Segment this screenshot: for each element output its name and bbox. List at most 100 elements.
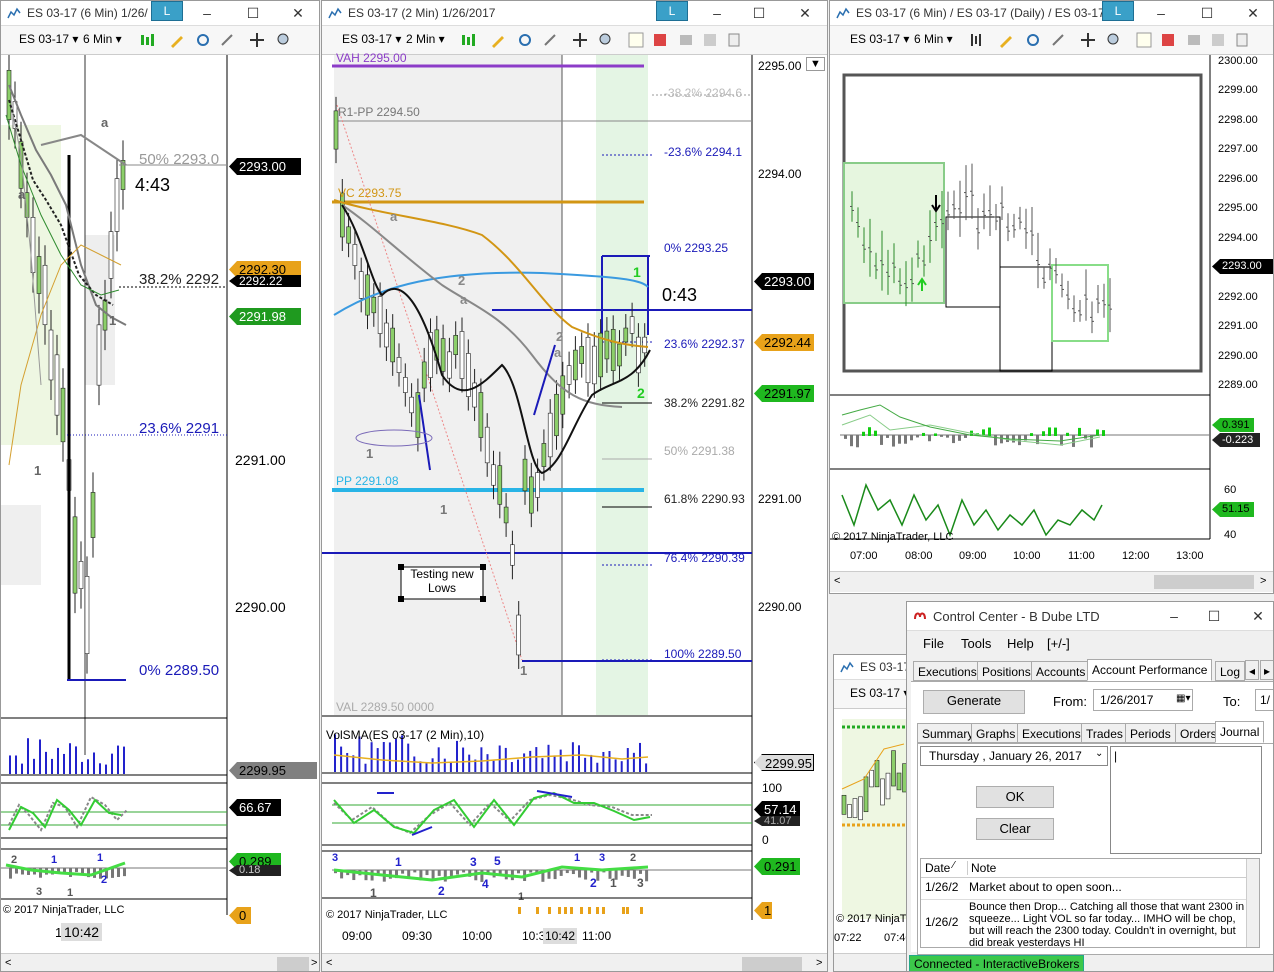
scroll-thumb[interactable] — [1154, 575, 1254, 589]
crosshair-icon[interactable] — [1080, 32, 1096, 48]
tab-scroll-left[interactable]: ◂ — [1245, 660, 1260, 680]
indicator-icon[interactable] — [1025, 32, 1041, 48]
instrument-selector[interactable]: ES 03-17 ▾ — [850, 32, 909, 46]
close-button[interactable]: ✕ — [1249, 607, 1267, 625]
journal-note-input[interactable]: | — [1110, 746, 1262, 854]
link-button[interactable]: L — [1102, 1, 1134, 21]
instrument-selector[interactable]: ES 03-17 ▾ — [342, 32, 401, 46]
properties-icon[interactable] — [1186, 32, 1202, 48]
table-row[interactable]: 1/26/2 Bounce then Drop... Catching all … — [921, 899, 1251, 947]
vertical-scrollbar[interactable] — [1246, 859, 1259, 947]
maximize-button[interactable]: ☐ — [1198, 4, 1216, 22]
strategy-icon[interactable] — [542, 32, 558, 48]
minimize-button[interactable]: – — [1165, 607, 1183, 625]
subtab-summary[interactable]: Summary — [917, 723, 979, 743]
properties-icon[interactable] — [678, 32, 694, 48]
interval-selector[interactable]: 6 Min ▾ — [914, 32, 953, 46]
link-button[interactable]: L — [151, 1, 183, 21]
maximize-button[interactable]: ☐ — [244, 4, 262, 22]
chart-trader-icon[interactable] — [628, 32, 644, 48]
interval-selector[interactable]: 2 Min ▾ — [406, 32, 445, 46]
chart-window-2min[interactable]: ES 03-17 (2 Min) 1/26/2017 L – ☐ ✕ ES 03… — [321, 0, 828, 972]
chart-window-small[interactable]: ES 03-17 ES 03-17 ▾ © 2017 NinjaTrader 0… — [833, 654, 913, 972]
scroll-left-icon[interactable]: < — [326, 957, 332, 969]
horizontal-scrollbar[interactable]: < > — [830, 571, 1273, 592]
tab-executions[interactable]: Executions — [913, 661, 982, 681]
column-header-date[interactable]: Date — [925, 861, 950, 875]
interval-selector[interactable]: 6 Min ▾ — [83, 32, 122, 46]
menu-file[interactable]: File — [923, 636, 944, 651]
menu-tools[interactable]: Tools — [961, 636, 991, 651]
scroll-thumb[interactable] — [742, 957, 802, 971]
indicator-icon[interactable] — [195, 32, 211, 48]
journal-date-picker[interactable]: Thursday , January 26, 2017 ⌄ — [920, 746, 1108, 766]
scroll-right-icon[interactable]: > — [1260, 575, 1266, 587]
window-titlebar[interactable]: ES 03-17 (6 Min) / ES 03-17 (Daily) / ES… — [830, 1, 1273, 26]
window-titlebar[interactable]: ES 03-17 (6 Min) 1/26/ L – ☐ ✕ — [1, 1, 319, 26]
tab-account-performance[interactable]: Account Performance — [1087, 659, 1213, 681]
instrument-selector[interactable]: ES 03-17 ▾ — [850, 686, 909, 700]
menu-expand[interactable]: [+/-] — [1047, 636, 1070, 651]
window-titlebar[interactable]: ES 03-17 (2 Min) 1/26/2017 L – ☐ ✕ — [322, 1, 827, 26]
chart-trader-icon[interactable] — [1136, 32, 1152, 48]
menu-help[interactable]: Help — [1007, 636, 1034, 651]
maximize-button[interactable]: ☐ — [1205, 607, 1223, 625]
zoom-icon[interactable] — [598, 32, 614, 48]
data-box-icon[interactable] — [652, 32, 668, 48]
scale-dropdown[interactable]: ▼ — [806, 57, 825, 71]
horizontal-scrollbar[interactable]: < > — [322, 953, 827, 971]
instrument-selector[interactable]: ES 03-17 ▾ — [19, 32, 78, 46]
horizontal-scrollbar[interactable]: < > — [1, 953, 319, 971]
control-center-window[interactable]: Control Center - B Dube LTD – ☐ ✕ File T… — [906, 601, 1274, 972]
zoom-icon[interactable] — [1106, 32, 1122, 48]
scroll-right-icon[interactable]: > — [311, 957, 317, 969]
chart-window-multi[interactable]: ES 03-17 (6 Min) / ES 03-17 (Daily) / ES… — [829, 0, 1274, 594]
subtab-journal[interactable]: Journal — [1215, 721, 1265, 743]
table-row[interactable]: 1/26/2 Market about to open soon... — [921, 877, 1251, 900]
subtab-executions[interactable]: Executions — [1017, 723, 1086, 743]
templates-icon[interactable] — [1234, 32, 1250, 48]
drawing-tool-icon[interactable] — [169, 32, 185, 48]
price-chart-multi[interactable] — [830, 55, 1274, 594]
window-titlebar[interactable]: ES 03-17 — [834, 655, 912, 680]
crosshair-icon[interactable] — [249, 32, 265, 48]
zoom-icon[interactable] — [276, 32, 292, 48]
tab-scroll-right[interactable]: ▸ — [1260, 660, 1273, 680]
templates-icon[interactable] — [726, 32, 742, 48]
share-icon[interactable] — [702, 32, 718, 48]
chevron-down-icon[interactable]: ⌄ — [1095, 748, 1103, 759]
tab-accounts[interactable]: Accounts — [1031, 661, 1091, 681]
to-date-picker[interactable]: 1/ — [1255, 689, 1273, 711]
minimize-button[interactable]: – — [708, 4, 726, 22]
close-button[interactable]: ✕ — [1244, 4, 1262, 22]
bar-type-icon[interactable] — [968, 32, 984, 48]
tab-positions[interactable]: Positions — [977, 661, 1036, 681]
indicator-icon[interactable] — [517, 32, 533, 48]
tab-log[interactable]: Log — [1215, 661, 1246, 681]
maximize-button[interactable]: ☐ — [750, 4, 768, 22]
subtab-graphs[interactable]: Graphs — [971, 723, 1021, 743]
close-button[interactable]: ✕ — [796, 4, 814, 22]
subtab-trades[interactable]: Trades — [1081, 723, 1128, 743]
from-date-picker[interactable]: 1/26/2017 ▦▾ — [1093, 689, 1193, 711]
data-box-icon[interactable] — [1160, 32, 1176, 48]
strategy-icon[interactable] — [1050, 32, 1066, 48]
scroll-left-icon[interactable]: < — [834, 575, 840, 587]
column-header-note[interactable]: Note — [967, 861, 996, 875]
strategy-icon[interactable] — [219, 32, 235, 48]
scroll-thumb[interactable] — [277, 957, 309, 971]
close-button[interactable]: ✕ — [289, 4, 307, 22]
drawing-tool-icon[interactable] — [998, 32, 1014, 48]
calendar-icon[interactable]: ▦▾ — [1176, 693, 1190, 704]
scroll-left-icon[interactable]: < — [5, 957, 11, 969]
minimize-button[interactable]: – — [198, 4, 216, 22]
clear-button[interactable]: Clear — [976, 818, 1054, 840]
ok-button[interactable]: OK — [976, 786, 1054, 808]
subtab-periods[interactable]: Periods — [1125, 723, 1176, 743]
link-button[interactable]: L — [656, 1, 688, 21]
generate-button[interactable]: Generate — [923, 690, 1025, 714]
crosshair-icon[interactable] — [572, 32, 588, 48]
minimize-button[interactable]: – — [1152, 4, 1170, 22]
drawing-tool-icon[interactable] — [490, 32, 506, 48]
scroll-right-icon[interactable]: > — [816, 957, 822, 969]
